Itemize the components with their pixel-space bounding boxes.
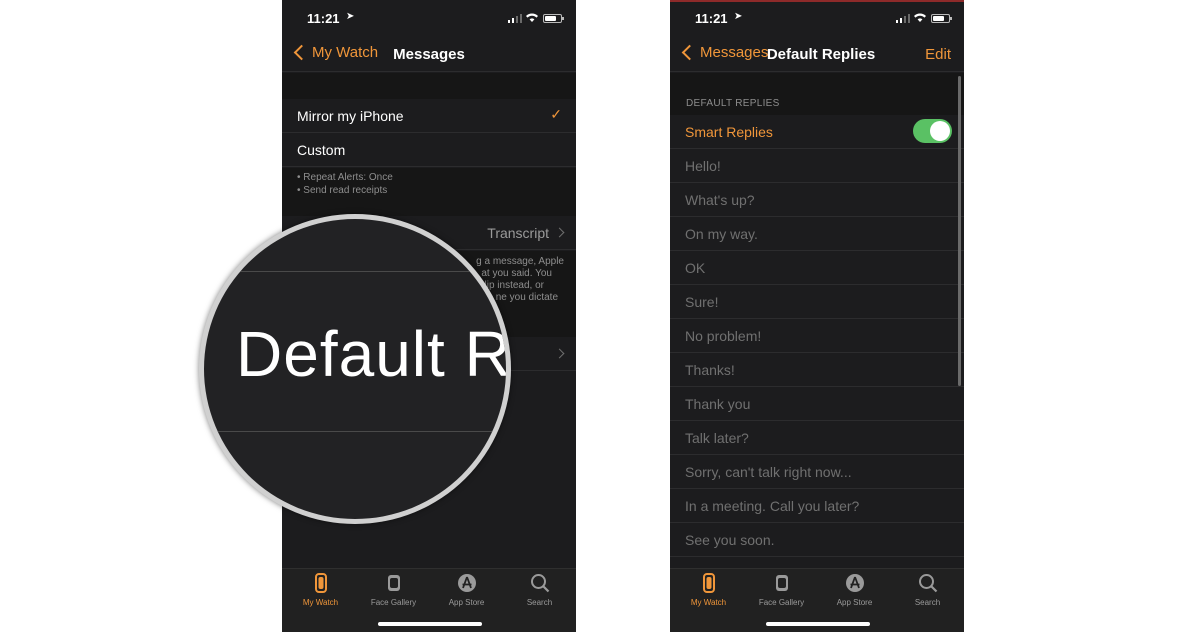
app-store-icon [845, 574, 864, 592]
status-bar: 11:21 ➤ [282, 0, 576, 36]
tab-bar: My Watch Face Gallery App Store Search [282, 568, 576, 632]
chevron-right-icon [554, 227, 565, 238]
phone-screen-default-replies: 11:21 ➤ Messages Default Replies Edit DE… [670, 0, 964, 632]
tab-face-gallery[interactable]: Face Gallery [357, 573, 430, 607]
location-icon: ➤ [346, 11, 355, 22]
reply-row[interactable]: OK [670, 251, 964, 285]
home-indicator[interactable] [766, 622, 870, 626]
tab-label: Face Gallery [758, 598, 805, 607]
reply-label: Hello! [685, 158, 721, 174]
option-mirror-iphone[interactable]: Mirror my iPhone ✓ [282, 99, 576, 133]
battery-icon [931, 14, 952, 23]
signal-icon [896, 14, 910, 23]
divider [204, 271, 506, 272]
reply-label: OK [685, 260, 706, 276]
tab-my-watch[interactable]: My Watch [284, 573, 357, 607]
audio-desc-line: ne you dictate [495, 292, 558, 303]
tab-label: Face Gallery [370, 598, 417, 607]
audio-desc-line: at you said. You [481, 268, 552, 279]
watch-icon [702, 573, 715, 593]
tab-app-store[interactable]: App Store [430, 573, 503, 607]
reply-label: No problem! [685, 328, 762, 344]
reply-row[interactable]: Sure! [670, 285, 964, 319]
magnified-text: Default Re [236, 318, 511, 390]
reply-row[interactable]: Hello! [670, 149, 964, 183]
option-label: Custom [297, 142, 346, 158]
nav-bar: Messages Default Replies Edit [670, 36, 964, 72]
face-gallery-icon [387, 575, 400, 591]
magnifier-callout: Default Re [199, 214, 511, 524]
page-title: Messages [393, 46, 465, 63]
reply-row[interactable]: Thank you [670, 387, 964, 421]
reply-label: See you soon. [685, 532, 775, 548]
tab-my-watch[interactable]: My Watch [672, 573, 745, 607]
tab-search[interactable]: Search [503, 573, 576, 607]
reply-label: Talk later? [685, 430, 749, 446]
smart-replies-label: Smart Replies [685, 124, 773, 140]
chevron-right-icon [554, 348, 565, 359]
reply-row[interactable]: Sorry, can't talk right now... [670, 455, 964, 489]
battery-icon [543, 14, 564, 23]
reply-row[interactable]: No problem! [670, 319, 964, 353]
tab-bar: My Watch Face Gallery App Store Search [670, 568, 964, 632]
status-time: 11:21 [695, 11, 728, 26]
tab-search[interactable]: Search [891, 573, 964, 607]
custom-note: • Repeat Alerts: Once [297, 172, 393, 183]
option-label: Mirror my iPhone [297, 108, 404, 124]
audio-desc-line: g a message, Apple [476, 256, 564, 267]
status-time: 11:21 [307, 11, 340, 26]
edit-button[interactable]: Edit [925, 46, 951, 63]
tab-label: App Store [448, 598, 485, 607]
search-icon [918, 574, 937, 593]
location-icon: ➤ [734, 11, 743, 22]
face-gallery-icon [775, 575, 788, 591]
page-title: Default Replies [766, 46, 876, 63]
wifi-icon [914, 13, 926, 22]
reply-row[interactable]: See you soon. [670, 523, 964, 557]
tab-label: My Watch [690, 598, 727, 607]
custom-notes-area: • Repeat Alerts: Once • Send read receip… [282, 168, 576, 216]
reply-row[interactable]: Thanks! [670, 353, 964, 387]
smart-replies-toggle[interactable] [913, 119, 952, 143]
search-icon [530, 574, 549, 593]
scrollbar[interactable] [958, 76, 961, 386]
reply-row[interactable]: On my way. [670, 217, 964, 251]
smart-replies-row: Smart Replies [670, 115, 964, 149]
tab-label: My Watch [302, 598, 339, 607]
custom-note: • Send read receipts [297, 185, 388, 196]
wifi-icon [526, 13, 538, 22]
tab-label: Search [526, 598, 553, 607]
home-indicator[interactable] [378, 622, 482, 626]
reply-label: Sorry, can't talk right now... [685, 464, 852, 480]
tab-app-store[interactable]: App Store [818, 573, 891, 607]
reply-label: Thanks! [685, 362, 735, 378]
watch-icon [314, 573, 327, 593]
nav-bar: My Watch Messages [282, 36, 576, 72]
status-bar: 11:21 ➤ [670, 0, 964, 36]
reply-label: In a meeting. Call you later? [685, 498, 860, 514]
audio-value: Transcript [487, 225, 549, 241]
divider [204, 431, 506, 432]
section-header: DEFAULT REPLIES [686, 98, 780, 109]
app-store-icon [457, 574, 476, 592]
reply-label: What's up? [685, 192, 755, 208]
reply-label: Thank you [685, 396, 751, 412]
signal-icon [508, 14, 522, 23]
section-gap [282, 73, 576, 99]
reply-label: On my way. [685, 226, 758, 242]
reply-row[interactable]: Talk later? [670, 421, 964, 455]
option-custom[interactable]: Custom [282, 133, 576, 167]
tab-label: App Store [836, 598, 873, 607]
checkmark-icon: ✓ [550, 106, 562, 122]
tab-face-gallery[interactable]: Face Gallery [745, 573, 818, 607]
tab-label: Search [914, 598, 941, 607]
reply-row[interactable]: In a meeting. Call you later? [670, 489, 964, 523]
reply-label: Sure! [685, 294, 719, 310]
reply-row[interactable]: What's up? [670, 183, 964, 217]
